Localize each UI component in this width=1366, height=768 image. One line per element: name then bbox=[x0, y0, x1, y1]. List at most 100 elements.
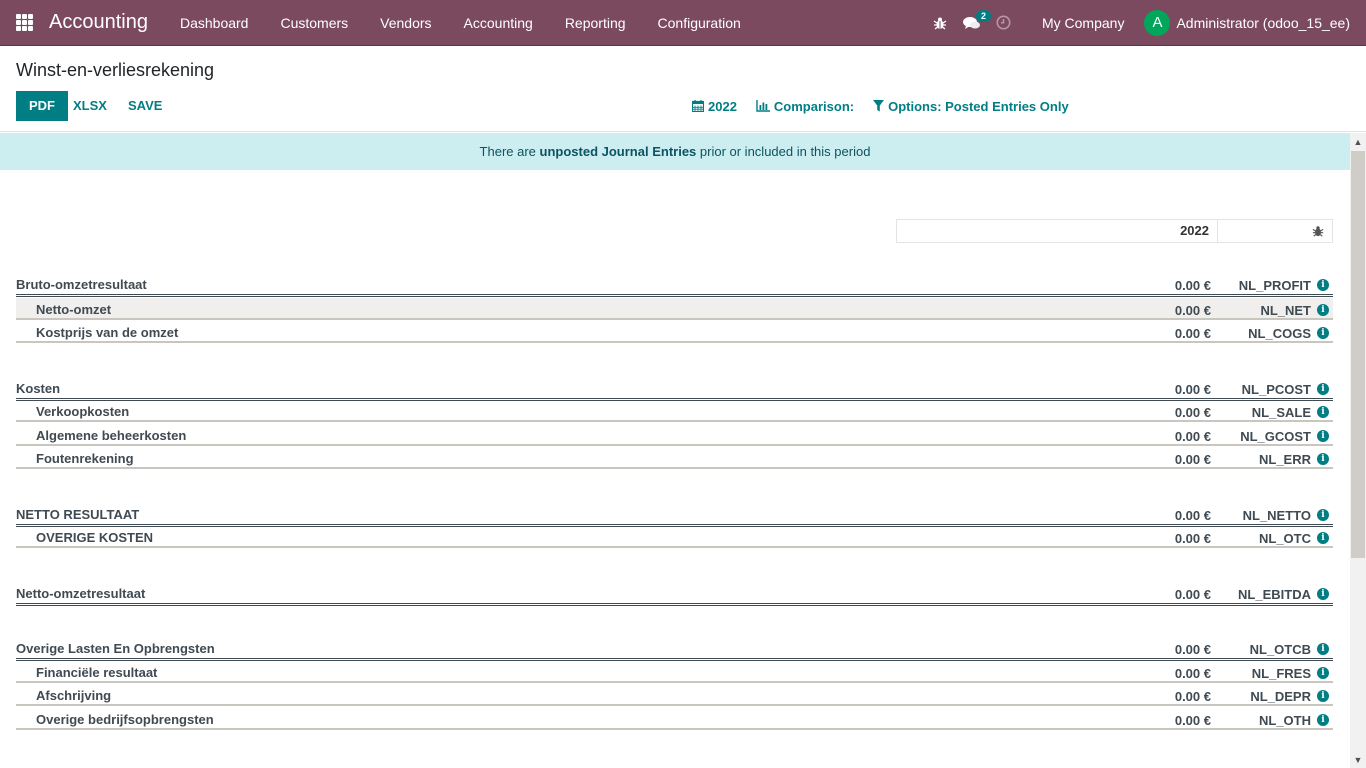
report-filters: 2022 Comparison: Options: Posted Entries… bbox=[692, 91, 1088, 121]
info-icon[interactable]: i bbox=[1317, 406, 1329, 418]
line-amount[interactable]: 0.00 € bbox=[1175, 326, 1211, 341]
report-line[interactable]: Kostprijs van de omzet 0.00 € NL_COGS i bbox=[16, 321, 1333, 343]
line-label[interactable]: Foutenrekening bbox=[36, 451, 134, 466]
line-amount[interactable]: 0.00 € bbox=[1175, 642, 1211, 657]
info-icon[interactable]: i bbox=[1317, 327, 1329, 339]
unposted-entries-alert: There are unposted Journal Entries prior… bbox=[0, 133, 1350, 170]
unposted-entries-link[interactable]: unposted Journal Entries bbox=[540, 144, 697, 159]
line-amount[interactable]: 0.00 € bbox=[1175, 452, 1211, 467]
menu-configuration[interactable]: Configuration bbox=[642, 0, 757, 46]
line-code: NL_OTH bbox=[1259, 713, 1311, 728]
save-button[interactable]: SAVE bbox=[115, 91, 175, 121]
line-amount[interactable]: 0.00 € bbox=[1175, 531, 1211, 546]
vertical-scrollbar[interactable]: ▲ ▼ bbox=[1350, 133, 1366, 768]
debug-column[interactable] bbox=[1218, 220, 1332, 242]
line-label[interactable]: Kostprijs van de omzet bbox=[36, 325, 178, 340]
line-label[interactable]: Netto-omzetresultaat bbox=[16, 586, 145, 601]
line-label[interactable]: NETTO RESULTAAT bbox=[16, 507, 139, 522]
line-amount[interactable]: 0.00 € bbox=[1175, 666, 1211, 681]
line-label[interactable]: Afschrijving bbox=[36, 688, 111, 703]
menu-customers[interactable]: Customers bbox=[264, 0, 364, 46]
calendar-icon bbox=[692, 100, 704, 112]
bug-icon[interactable] bbox=[924, 0, 956, 46]
avatar: A bbox=[1144, 9, 1171, 36]
line-amount[interactable]: 0.00 € bbox=[1175, 429, 1211, 444]
user-menu[interactable]: A Administrator (odoo_15_ee) bbox=[1144, 9, 1350, 36]
report-line[interactable]: Bruto-omzetresultaat 0.00 € NL_PROFIT i bbox=[16, 273, 1333, 297]
line-code: NL_PCOST bbox=[1241, 382, 1311, 397]
info-icon[interactable]: i bbox=[1317, 532, 1329, 544]
line-code: NL_ERR bbox=[1258, 452, 1311, 467]
clock-icon[interactable] bbox=[988, 0, 1020, 46]
info-icon[interactable]: i bbox=[1317, 643, 1329, 655]
bug-icon bbox=[1312, 226, 1324, 237]
line-label[interactable]: Kosten bbox=[16, 381, 60, 396]
comparison-filter[interactable]: Comparison: bbox=[756, 99, 854, 114]
report-line[interactable]: Afschrijving 0.00 € NL_DEPR i bbox=[16, 684, 1333, 706]
apps-icon[interactable] bbox=[16, 13, 34, 32]
info-icon[interactable]: i bbox=[1317, 714, 1329, 726]
app-name[interactable]: Accounting bbox=[49, 11, 148, 34]
info-icon[interactable]: i bbox=[1317, 383, 1329, 395]
info-icon[interactable]: i bbox=[1317, 453, 1329, 465]
line-code: NL_OTC bbox=[1259, 531, 1311, 546]
date-filter[interactable]: 2022 bbox=[692, 99, 737, 114]
line-amount[interactable]: 0.00 € bbox=[1175, 587, 1211, 602]
line-amount[interactable]: 0.00 € bbox=[1175, 713, 1211, 728]
line-amount[interactable]: 0.00 € bbox=[1175, 689, 1211, 704]
scroll-down-arrow[interactable]: ▼ bbox=[1350, 751, 1366, 768]
report-line[interactable]: Foutenrekening 0.00 € NL_ERR i bbox=[16, 447, 1333, 469]
line-label[interactable]: Bruto-omzetresultaat bbox=[16, 277, 147, 292]
line-label[interactable]: Overige Lasten En Opbrengsten bbox=[16, 641, 215, 656]
line-amount[interactable]: 0.00 € bbox=[1175, 508, 1211, 523]
chat-icon[interactable]: 2 bbox=[956, 0, 991, 46]
info-icon[interactable]: i bbox=[1317, 279, 1329, 291]
line-label[interactable]: Overige bedrijfsopbrengsten bbox=[36, 712, 214, 727]
line-code: NL_DEPR bbox=[1250, 689, 1311, 704]
report-line[interactable]: Netto-omzetresultaat 0.00 € NL_EBITDA i bbox=[16, 582, 1333, 606]
line-label[interactable]: Verkoopkosten bbox=[36, 404, 129, 419]
report-line[interactable]: Financiële resultaat 0.00 € NL_FRES i bbox=[16, 661, 1333, 683]
line-code: NL_FRES bbox=[1251, 666, 1311, 681]
report-line[interactable]: OVERIGE KOSTEN 0.00 € NL_OTC i bbox=[16, 526, 1333, 548]
line-label[interactable]: Financiële resultaat bbox=[36, 665, 157, 680]
line-code: NL_NETTO bbox=[1242, 508, 1311, 523]
line-label[interactable]: OVERIGE KOSTEN bbox=[36, 530, 153, 545]
report-line[interactable]: Kosten 0.00 € NL_PCOST i bbox=[16, 377, 1333, 401]
line-amount[interactable]: 0.00 € bbox=[1175, 405, 1211, 420]
report-line[interactable]: Algemene beheerkosten 0.00 € NL_GCOST i bbox=[16, 424, 1333, 446]
line-code: NL_OTCB bbox=[1249, 642, 1311, 657]
info-icon[interactable]: i bbox=[1317, 588, 1329, 600]
line-label[interactable]: Algemene beheerkosten bbox=[36, 428, 186, 443]
options-filter[interactable]: Options: Posted Entries Only bbox=[873, 99, 1069, 114]
line-code: NL_EBITDA bbox=[1238, 587, 1311, 602]
menu-dashboard[interactable]: Dashboard bbox=[164, 0, 265, 46]
company-switcher[interactable]: My Company bbox=[1042, 15, 1124, 31]
page-title: Winst-en-verliesrekening bbox=[16, 60, 215, 80]
report-line[interactable]: Overige Lasten En Opbrengsten 0.00 € NL_OT… bbox=[16, 637, 1333, 661]
comparison-filter-label: Comparison: bbox=[773, 98, 855, 114]
info-icon[interactable]: i bbox=[1317, 430, 1329, 442]
report-line[interactable]: Overige bedrijfsopbrengsten 0.00 € NL_OTH i bbox=[16, 708, 1333, 730]
date-filter-label: 2022 bbox=[708, 98, 737, 114]
scroll-thumb[interactable] bbox=[1351, 151, 1365, 558]
info-icon[interactable]: i bbox=[1317, 690, 1329, 702]
menu-reporting[interactable]: Reporting bbox=[549, 0, 642, 46]
menu-accounting[interactable]: Accounting bbox=[448, 0, 549, 46]
line-label[interactable]: Netto-omzet bbox=[36, 302, 111, 317]
info-icon[interactable]: i bbox=[1317, 509, 1329, 521]
report-line[interactable]: NETTO RESULTAAT 0.00 € NL_NETTO i bbox=[16, 503, 1333, 527]
info-icon[interactable]: i bbox=[1317, 304, 1329, 316]
line-amount[interactable]: 0.00 € bbox=[1175, 278, 1211, 293]
scroll-up-arrow[interactable]: ▲ bbox=[1350, 133, 1366, 150]
line-amount[interactable]: 0.00 € bbox=[1175, 382, 1211, 397]
alert-text-prefix: There are bbox=[479, 144, 540, 159]
report-line[interactable]: Verkoopkosten 0.00 € NL_SALE i bbox=[16, 400, 1333, 422]
navbar-systray: 2 My Company A Administrator (odoo_15_ee… bbox=[924, 0, 1366, 46]
main-menu: Dashboard Customers Vendors Accounting R… bbox=[164, 0, 757, 46]
info-icon[interactable]: i bbox=[1317, 667, 1329, 679]
xlsx-button[interactable]: XLSX bbox=[60, 91, 120, 121]
report-line[interactable]: Netto-omzet 0.00 € NL_NET i bbox=[16, 298, 1333, 320]
menu-vendors[interactable]: Vendors bbox=[364, 0, 447, 46]
line-amount[interactable]: 0.00 € bbox=[1175, 303, 1211, 318]
